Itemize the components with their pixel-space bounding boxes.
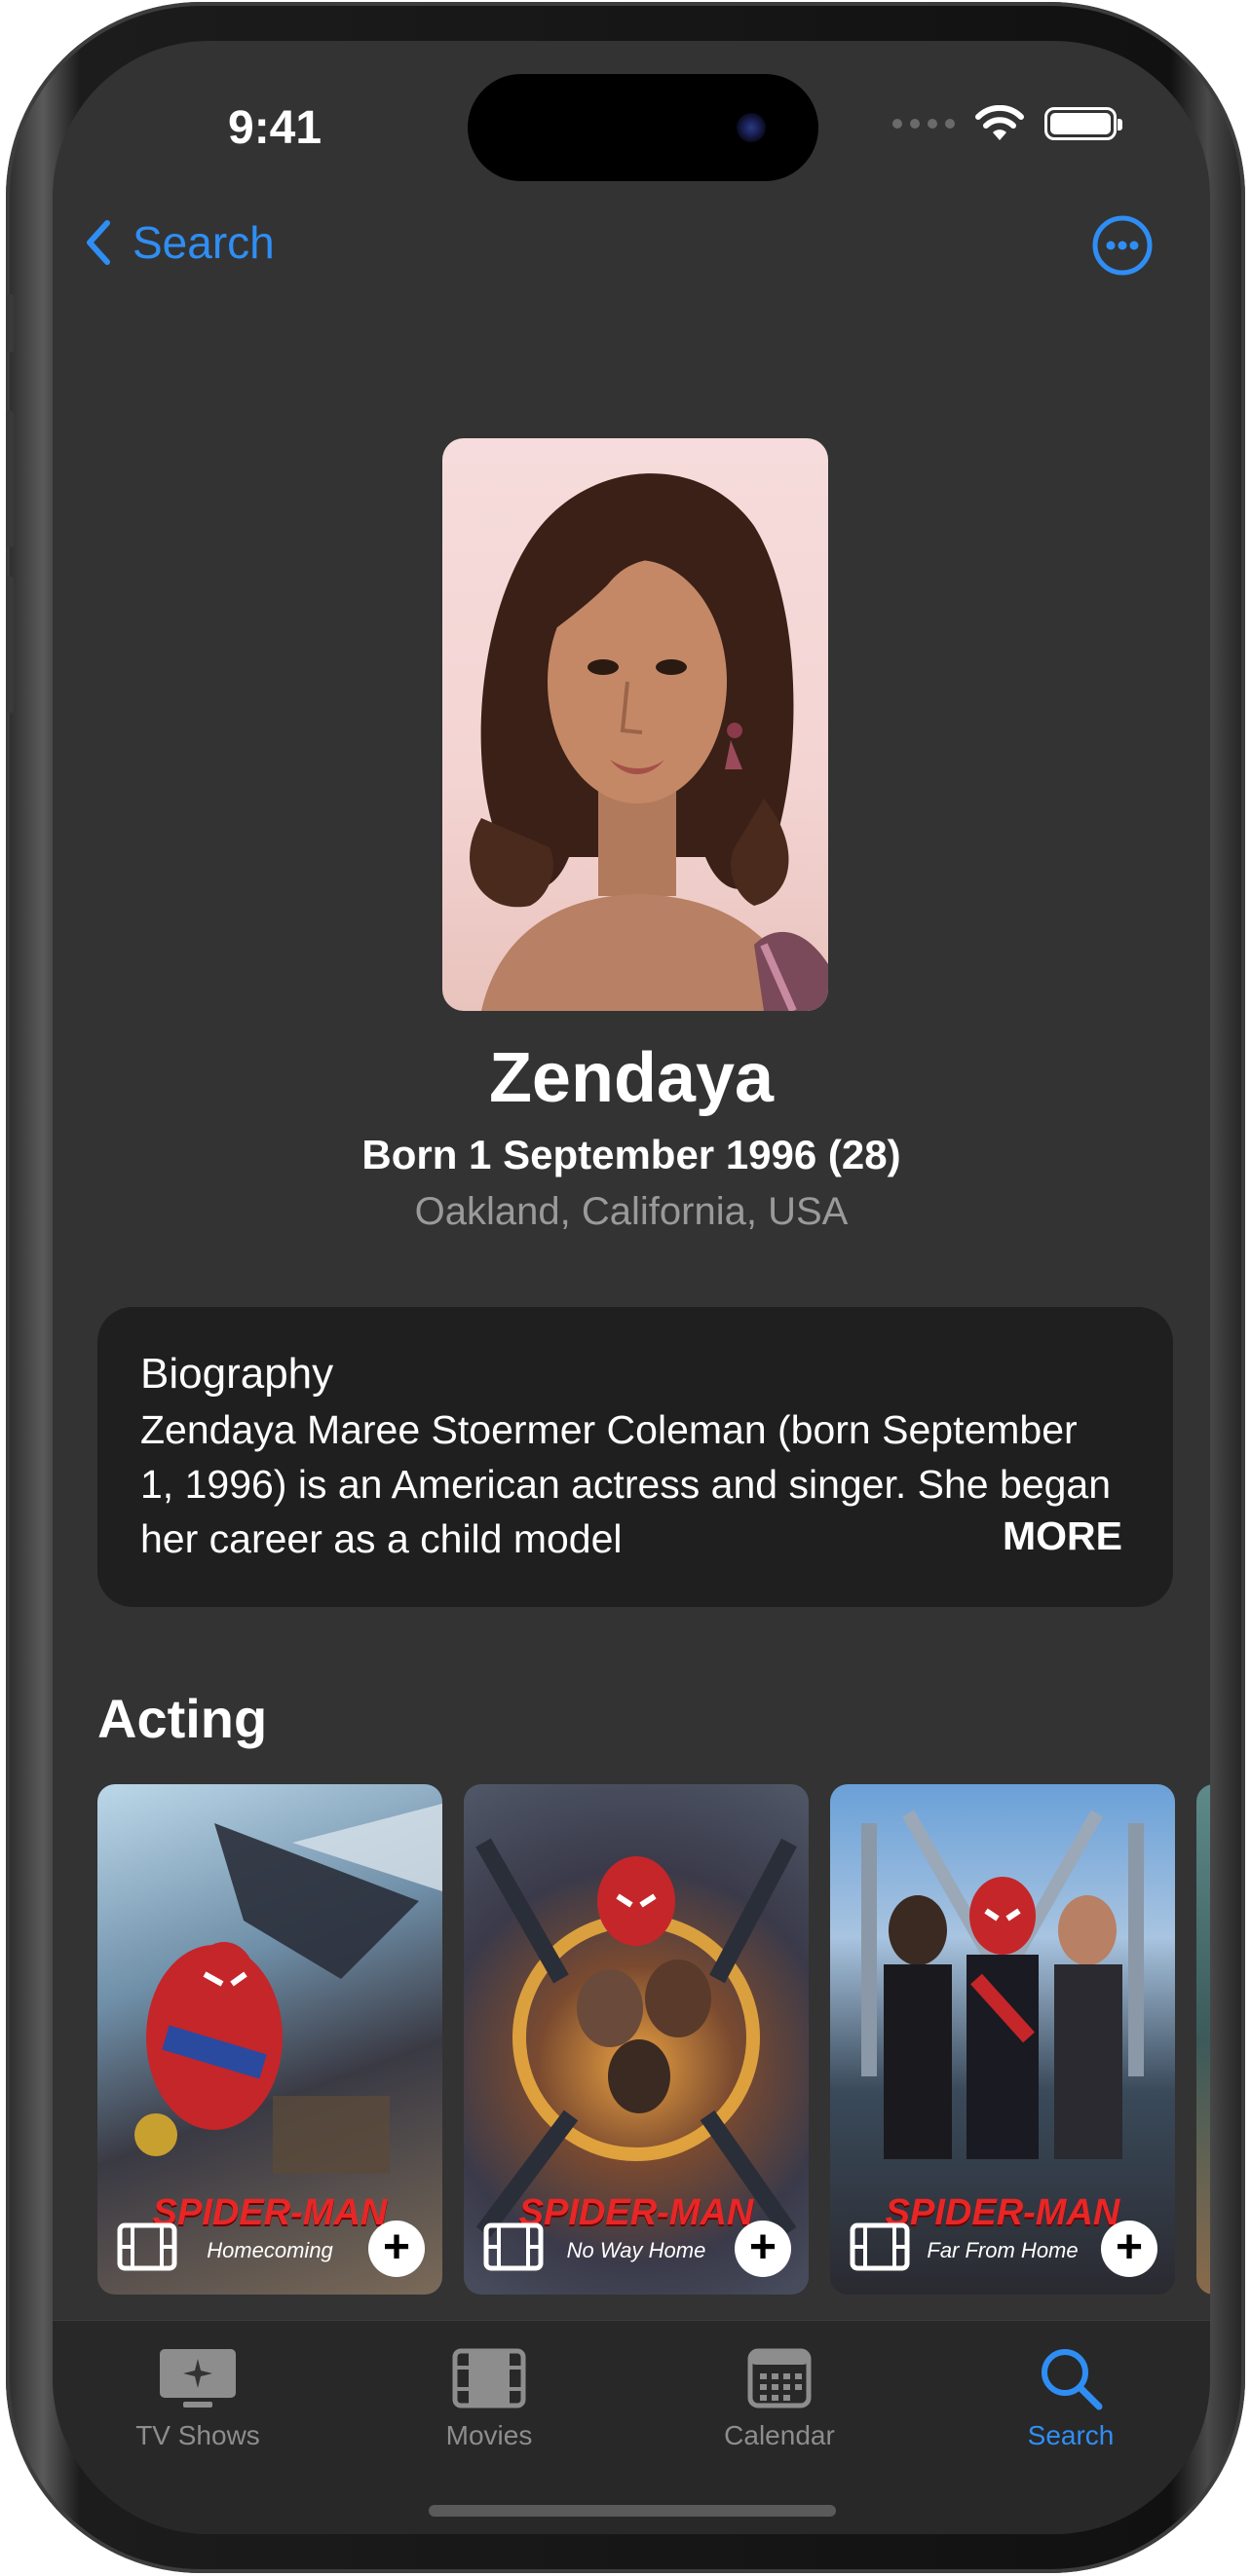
add-to-watchlist-button[interactable]: + [735, 2221, 791, 2277]
calendar-icon [747, 2348, 812, 2408]
tab-bar: TV Shows Movies Calendar Search [53, 2320, 1210, 2534]
movie-poster[interactable]: SPIDER-MAN Far From Home + [830, 1784, 1175, 2295]
dynamic-island [468, 74, 818, 181]
biography-title: Biography [140, 1350, 334, 1398]
back-button-label: Search [133, 217, 275, 268]
tab-calendar[interactable]: Calendar [682, 2344, 877, 2451]
acting-section-title: Acting [97, 1688, 268, 1749]
ellipsis-circle-icon [1092, 215, 1153, 276]
search-icon [1042, 2349, 1103, 2410]
film-icon [452, 2348, 526, 2408]
action-button [6, 294, 14, 353]
person-name: Zendaya [488, 1039, 775, 1117]
battery-icon [1044, 107, 1122, 140]
camera-icon [737, 113, 766, 142]
tab-label: Calendar [724, 2420, 835, 2450]
status-indicators [892, 105, 1122, 142]
tab-label: TV Shows [135, 2420, 260, 2450]
phone-frame: 9:41 Search Zendaya Born 1 September 199… [6, 2, 1245, 2573]
chevron-left-icon [87, 220, 110, 265]
tab-label: Movies [445, 2420, 533, 2450]
biography-card[interactable]: Biography Zendaya Maree Stoermer Coleman… [97, 1307, 1173, 1607]
back-button[interactable]: Search [86, 216, 275, 269]
screen: 9:41 Search Zendaya Born 1 September 199… [53, 41, 1210, 2534]
birth-place: Oakland, California, USA [414, 1190, 849, 1233]
cellular-signal-icon [892, 119, 955, 129]
wifi-icon [975, 105, 1024, 140]
profile-photo [442, 438, 828, 1011]
tab-movies[interactable]: Movies [392, 2344, 587, 2451]
movie-poster[interactable]: SPIDER-MAN No Way Home + [464, 1784, 809, 2295]
home-indicator [429, 2505, 836, 2517]
volume-down-button [6, 577, 14, 713]
movie-poster[interactable]: SPIDER-MAN Homecoming + [97, 1784, 442, 2295]
film-icon [483, 2222, 544, 2271]
tab-tv-shows[interactable]: TV Shows [100, 2344, 295, 2451]
film-icon [117, 2222, 177, 2271]
more-options-button[interactable] [1091, 214, 1154, 281]
volume-up-button [6, 411, 14, 547]
status-time: 9:41 [228, 102, 322, 154]
tv-sparkle-icon [160, 2349, 236, 2408]
birth-date: Born 1 September 1996 (28) [361, 1132, 901, 1177]
tab-search[interactable]: Search [973, 2344, 1168, 2451]
add-to-watchlist-button[interactable]: + [1101, 2221, 1157, 2277]
movie-poster-peek[interactable] [1196, 1784, 1210, 2295]
film-icon [850, 2222, 910, 2271]
tab-label: Search [1027, 2420, 1115, 2450]
add-to-watchlist-button[interactable]: + [368, 2221, 425, 2277]
more-button[interactable]: MORE [915, 1513, 1122, 1559]
